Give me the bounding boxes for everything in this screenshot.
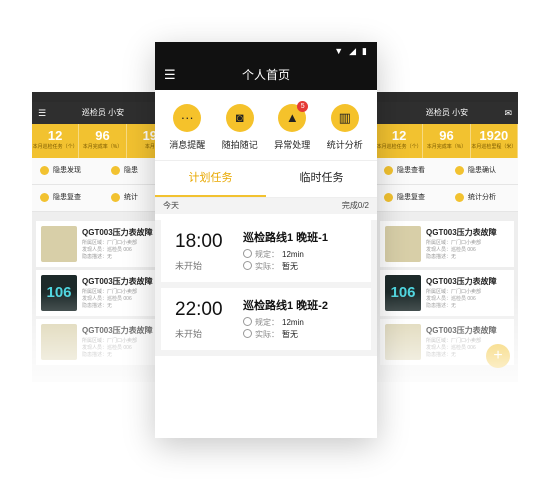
quick-actions: ··· 消息提醒 ◙ 随拍随记 ▲ 5 异常处理 ▥ 统计分析: [155, 90, 377, 161]
battery-icon: ▮: [362, 46, 367, 56]
camera-icon: ◙: [225, 104, 254, 132]
task-list: 18:00 未开始 巡检路线1 晚班-1 规定： 12min 实际： 暂无 22:0…: [155, 220, 377, 356]
thumbnail-image: [385, 324, 421, 360]
stats-bar: 12 本月巡检任务（个） 96 本月完成率（%） 19 本月: [32, 124, 174, 158]
tab-temporary-tasks[interactable]: 临时任务: [266, 161, 377, 197]
task-name: 巡检路线1 晚班-1: [243, 232, 328, 244]
menu-icon[interactable]: ☰: [38, 102, 46, 124]
header: 巡检员 小安 ✉: [376, 102, 518, 124]
thumbnail-image: [41, 324, 77, 360]
chart-icon: ▥: [330, 104, 359, 132]
thumbnail-image: [41, 226, 77, 262]
stats-bar: 12 本月巡检任务（个） 96 本月完成率（%） 1920 本月巡检里程（米）: [376, 124, 518, 158]
header: ☰ 巡检员 小安: [32, 102, 174, 124]
page-title: 个人首页: [241, 68, 290, 82]
task-status: 未开始: [175, 260, 203, 271]
stat: 12 本月巡检任务（个）: [32, 124, 80, 158]
signal-icon: ◢: [349, 46, 357, 56]
nav-bar: ☰ 个人首页: [155, 60, 377, 90]
list-item[interactable]: QGT003压力表故障 所属区域：厂门口小卖部 发现人员：巡检员 006 隐患描述：无: [36, 221, 170, 267]
stat: 1920 本月巡检里程（米）: [471, 124, 518, 158]
thumbnail-image: [385, 226, 421, 262]
add-fab-button[interactable]: +: [486, 344, 510, 368]
quick-action-statistics[interactable]: ▥ 统计分析: [320, 90, 370, 160]
grid-item[interactable]: 隐患发现: [32, 158, 103, 185]
mail-icon[interactable]: ✉: [504, 102, 512, 124]
quick-action-exceptions[interactable]: ▲ 5 异常处理: [267, 90, 317, 160]
task-actual: 实际： 暂无: [243, 261, 328, 273]
section-divider: [376, 212, 518, 218]
status-bar: [32, 92, 174, 102]
task-status: 未开始: [175, 328, 203, 339]
wifi-icon: ▼: [334, 46, 344, 56]
quick-action-snapshot[interactable]: ◙ 随拍随记: [215, 90, 265, 160]
task-rule: 规定： 12min: [243, 249, 328, 261]
left-background-screen: ☰ 巡检员 小安 12 本月巡检任务（个） 96 本月完成率（%） 19 本月 隐患发…: [32, 92, 174, 382]
list-item[interactable]: QGT003压力表故障 所属区域：厂门口小卖部 发现人员：巡检员 006 隐患描述：无: [380, 221, 514, 267]
function-icon: [40, 165, 49, 175]
function-grid: 隐患查看 隐患确认 隐患复查 统计分析: [376, 158, 518, 212]
task-tabs: 计划任务 临时任务: [155, 161, 377, 198]
task-card[interactable]: 18:00 未开始 巡检路线1 晚班-1 规定： 12min 实际： 暂无: [161, 220, 371, 282]
grid-item[interactable]: 隐患复查: [32, 185, 103, 212]
clock-icon: [243, 317, 252, 326]
grid-item[interactable]: 隐患查看: [376, 158, 447, 185]
menu-icon[interactable]: ☰: [164, 60, 176, 90]
message-icon: ···: [173, 104, 202, 132]
task-card[interactable]: 22:00 未开始 巡检路线1 晚班-2 规定： 12min 实际： 暂无: [161, 288, 371, 350]
function-icon: [455, 192, 464, 202]
tab-planned-tasks[interactable]: 计划任务: [155, 161, 266, 197]
stat: 12 本月巡检任务（个）: [376, 124, 424, 158]
task-time: 18:00: [175, 230, 223, 252]
list-item[interactable]: QGT003压力表故障 所属区域：厂门口小卖部 发现人员：巡检员 006 隐患描述：无: [36, 319, 170, 365]
function-icon: [384, 192, 393, 202]
task-name: 巡检路线1 晚班-2: [243, 300, 328, 312]
task-actual: 实际： 暂无: [243, 329, 328, 341]
thumbnail-image: 106: [385, 275, 421, 311]
section-header: 今天 完成0/2: [155, 198, 377, 214]
section-divider: [32, 212, 174, 218]
header-title: 巡检员 小安: [81, 108, 125, 117]
list-item[interactable]: 106 QGT003压力表故障 所属区域：厂门口小卖部 发现人员：巡检员 006 隐患…: [36, 270, 170, 316]
stat: 96 本月完成率（%）: [79, 124, 127, 158]
right-background-screen: 巡检员 小安 ✉ 12 本月巡检任务（个） 96 本月完成率（%） 1920 本月巡检…: [376, 92, 518, 382]
list-item[interactable]: 106 QGT003压力表故障 所属区域：厂门口小卖部 发现人员：巡检员 006 隐患…: [380, 270, 514, 316]
function-icon: [455, 165, 464, 175]
quick-action-messages[interactable]: ··· 消息提醒: [162, 90, 212, 160]
header-title: 巡检员 小安: [425, 108, 469, 117]
function-icon: [111, 192, 120, 202]
stat: 96 本月完成率（%）: [423, 124, 471, 158]
task-time: 22:00: [175, 298, 223, 320]
completion-count: 完成0/2: [341, 201, 369, 210]
function-grid: 隐患发现 隐患 隐患复查 统计: [32, 158, 174, 212]
thumbnail-image: 106: [41, 275, 77, 311]
section-day: 今天: [163, 201, 179, 210]
function-icon: [40, 192, 49, 202]
grid-item[interactable]: 隐患复查: [376, 185, 447, 212]
notification-badge: 5: [297, 101, 309, 112]
main-screen: ▼ ◢ ▮ ☰ 个人首页 ··· 消息提醒 ◙ 随拍随记 ▲ 5 异常处理 ▥ 统计…: [155, 42, 377, 438]
clock-icon: [243, 261, 252, 270]
status-bar: [376, 92, 518, 102]
task-rule: 规定： 12min: [243, 317, 328, 329]
function-icon: [384, 165, 393, 175]
grid-item[interactable]: 统计分析: [447, 185, 518, 212]
function-icon: [111, 165, 120, 175]
clock-icon: [243, 329, 252, 338]
status-bar: ▼ ◢ ▮: [155, 42, 377, 60]
grid-item[interactable]: 隐患确认: [447, 158, 518, 185]
clock-icon: [243, 249, 252, 258]
plus-icon: +: [493, 347, 503, 364]
